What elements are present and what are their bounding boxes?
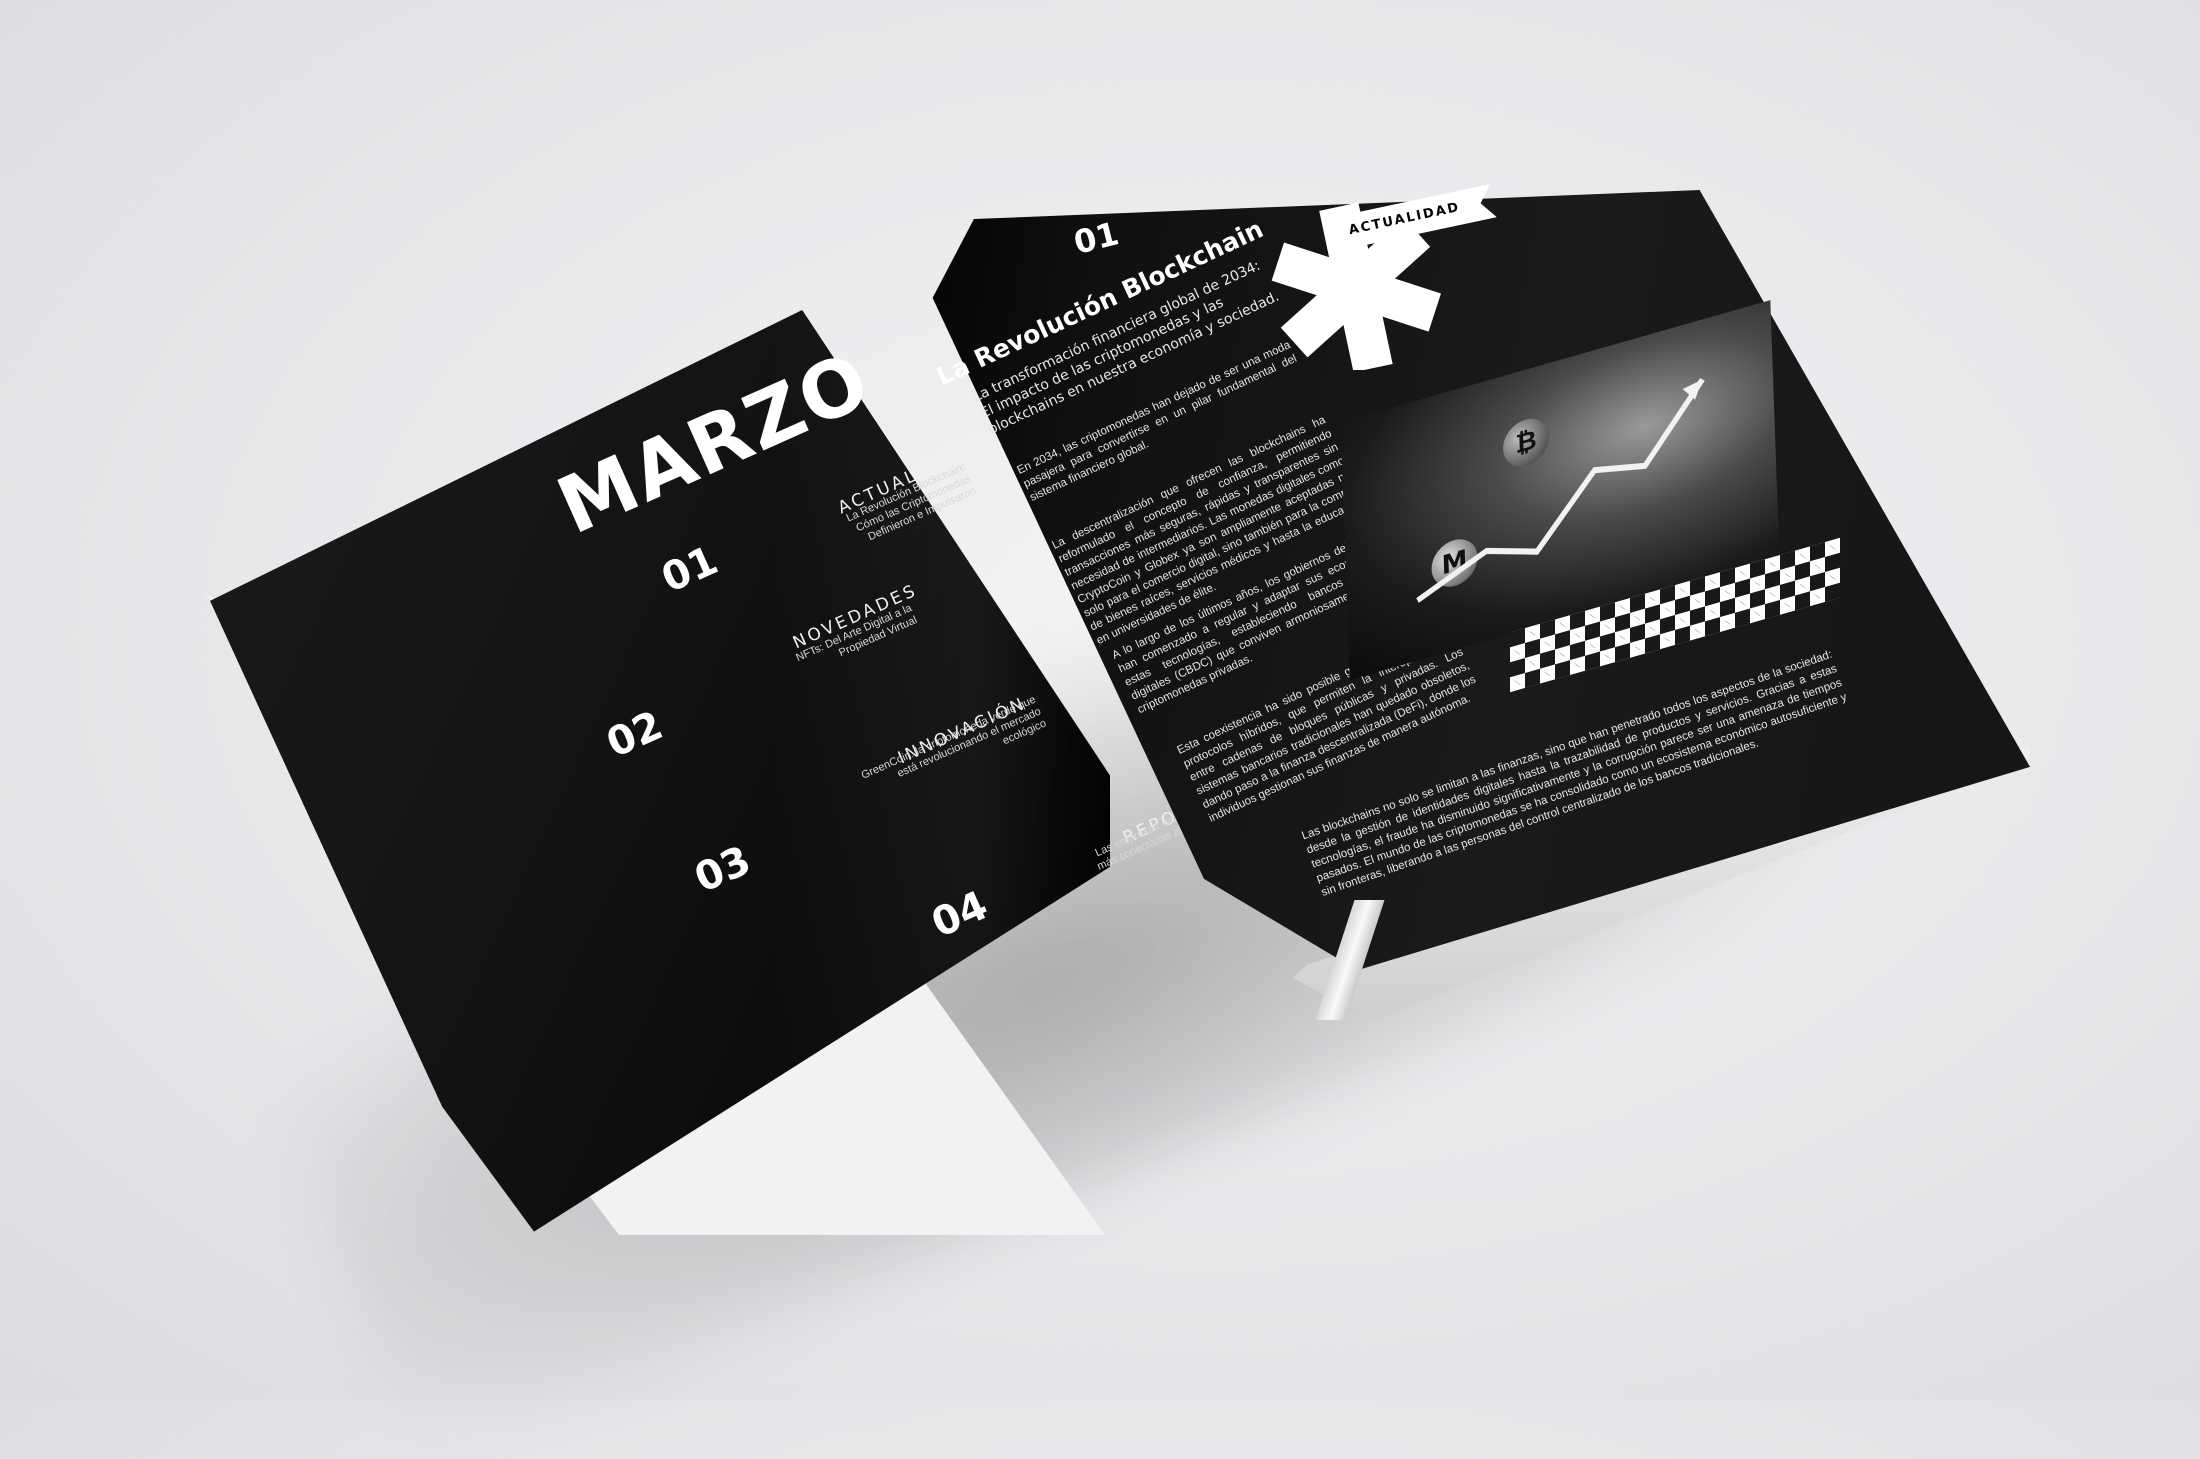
magazine-mockup: MARZO 01 ACTUALIDAD La Revolución Blockc…	[0, 0, 2200, 1459]
